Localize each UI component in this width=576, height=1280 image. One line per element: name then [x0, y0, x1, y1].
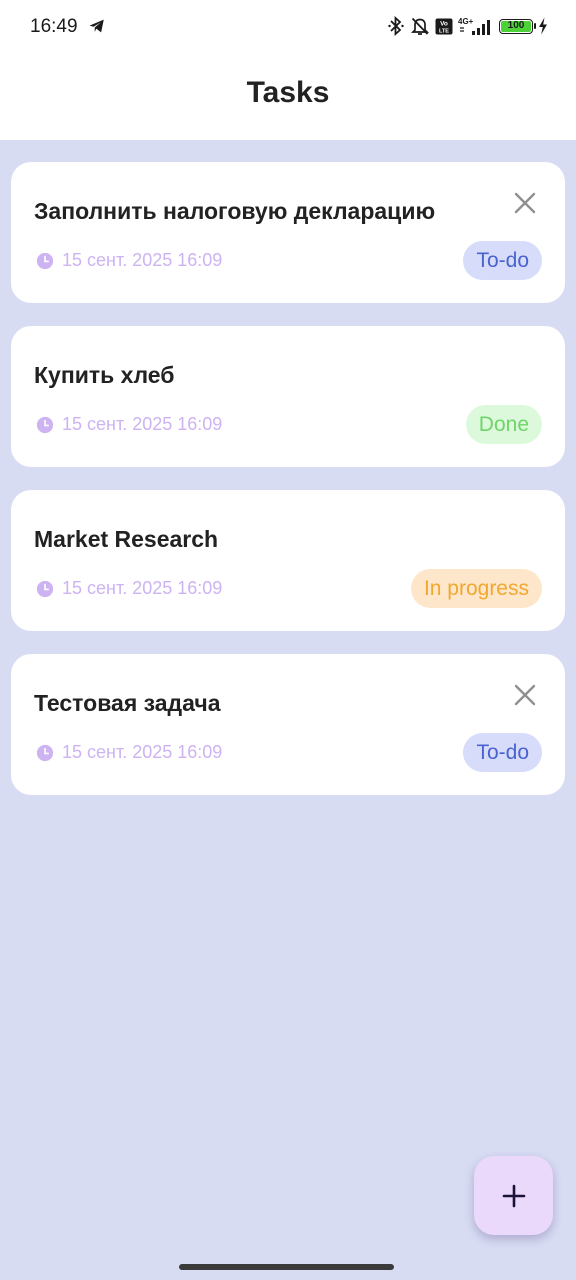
svg-text:LTE: LTE: [439, 28, 449, 34]
task-date: 15 сент. 2025 16:09: [62, 250, 223, 270]
task-date: 15 сент. 2025 16:09: [62, 742, 223, 762]
plus-icon: [502, 1184, 525, 1207]
add-task-button[interactable]: [474, 1156, 553, 1235]
signal-icon: 4G+: [458, 17, 490, 35]
close-icon[interactable]: [513, 683, 537, 707]
task-card[interactable]: Заполнить налоговую декларацию 15 сент. …: [11, 162, 565, 303]
bell-off-icon: [410, 17, 430, 35]
task-card[interactable]: Market Research 15 сент. 2025 16:09 In p…: [11, 490, 565, 631]
status-icons: Vo LTE 4G+ 100: [387, 14, 548, 38]
task-card[interactable]: Тестовая задача 15 сент. 2025 16:09 To-d…: [11, 654, 565, 795]
task-title: Купить хлеб: [34, 362, 175, 388]
task-card[interactable]: Купить хлеб 15 сент. 2025 16:09 Done: [11, 326, 565, 467]
battery-icon: 100: [499, 18, 536, 34]
status-badge[interactable]: In progress: [410, 569, 542, 608]
clock-icon: [36, 252, 54, 270]
close-icon[interactable]: [513, 191, 537, 215]
svg-text:Vo: Vo: [440, 20, 448, 27]
page-title: Tasks: [246, 76, 330, 109]
network-label: 4G+: [458, 17, 474, 26]
task-date: 15 сент. 2025 16:09: [62, 578, 223, 598]
bluetooth-icon: [388, 16, 404, 36]
status-badge[interactable]: To-do: [463, 733, 542, 772]
clock-icon: [36, 580, 54, 598]
charging-icon: [539, 17, 547, 35]
volte-icon: Vo LTE: [435, 18, 453, 34]
app-header: 16:49 Vo LTE 4G+ 100 Tasks: [0, 0, 576, 140]
status-badge[interactable]: To-do: [463, 241, 542, 280]
task-title: Market Research: [34, 526, 219, 552]
home-indicator[interactable]: [179, 1264, 394, 1270]
telegram-icon: [89, 19, 104, 33]
status-bar: 16:49 Vo LTE 4G+ 100: [0, 0, 576, 54]
status-time: 16:49: [30, 16, 78, 37]
battery-level: 100: [507, 19, 525, 31]
status-badge[interactable]: Done: [465, 405, 542, 444]
task-title: Тестовая задача: [34, 690, 221, 716]
task-title: Заполнить налоговую декларацию: [34, 198, 436, 224]
task-date: 15 сент. 2025 16:09: [62, 414, 223, 434]
clock-icon: [36, 744, 54, 762]
clock-icon: [36, 416, 54, 434]
